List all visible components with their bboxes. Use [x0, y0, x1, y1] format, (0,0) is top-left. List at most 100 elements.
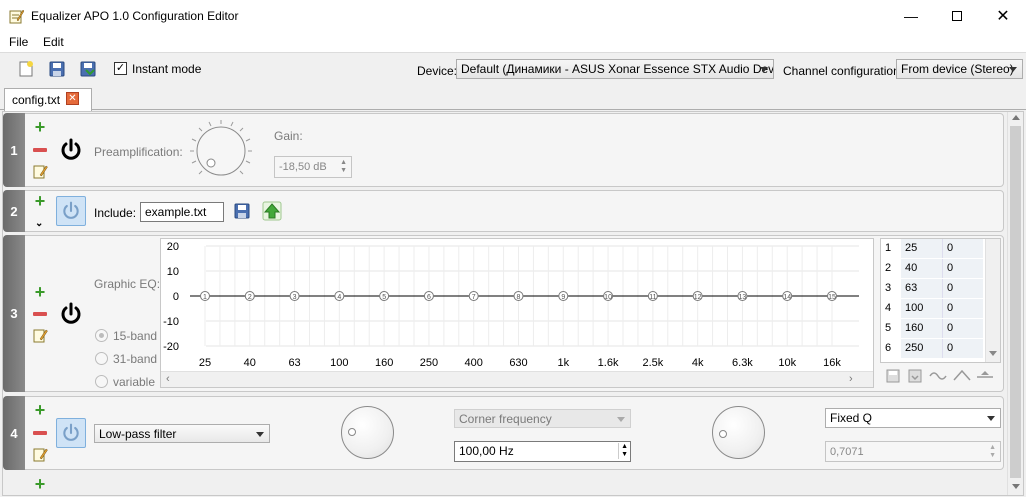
- scroll-up-icon[interactable]: [1012, 115, 1020, 120]
- tab-close-icon[interactable]: ✕: [66, 92, 79, 105]
- invert-response-icon[interactable]: [929, 368, 947, 384]
- scroll-left-icon[interactable]: ‹: [166, 373, 170, 385]
- table-cell-frequency[interactable]: 250: [901, 339, 943, 358]
- filter-type-select[interactable]: Low-pass filter: [94, 424, 270, 443]
- add-filter-icon[interactable]: +: [33, 192, 47, 210]
- table-cell-gain[interactable]: 0: [943, 279, 983, 298]
- parameter-select[interactable]: Corner frequency: [454, 409, 631, 428]
- add-filter-icon[interactable]: +: [33, 118, 47, 136]
- table-cell-frequency[interactable]: 40: [901, 259, 943, 278]
- table-row-index: 3: [885, 282, 892, 294]
- menu-bar: [0, 32, 1026, 52]
- table-row-index: 2: [885, 262, 892, 274]
- save-icon[interactable]: [48, 60, 66, 78]
- new-file-icon[interactable]: [17, 60, 35, 78]
- power-icon: [63, 201, 79, 219]
- instant-mode-label: Instant mode: [132, 62, 202, 76]
- table-cell-frequency[interactable]: 160: [901, 319, 943, 338]
- radio-15-band[interactable]: [95, 329, 108, 342]
- table-cell-gain[interactable]: 0: [943, 239, 983, 258]
- close-button[interactable]: ✕: [980, 0, 1026, 32]
- save-preset-icon[interactable]: [885, 368, 901, 384]
- app-icon: [9, 9, 24, 24]
- menu-file[interactable]: File: [9, 35, 28, 49]
- spin-arrows-icon[interactable]: ▲ ▼: [618, 443, 628, 459]
- include-file-field[interactable]: example.txt: [140, 202, 224, 222]
- filter-number[interactable]: 3: [3, 235, 25, 392]
- table-scrollbar[interactable]: [985, 239, 1000, 362]
- expand-chevron-icon[interactable]: ⌄: [35, 218, 43, 229]
- eq-band-table-body: 1 25 0 2 40 0 3 63 0 4 100 0 5 160 0 6 250 0: [880, 238, 985, 363]
- q-mode-select[interactable]: Fixed Q: [825, 408, 1001, 428]
- preamp-knob[interactable]: [188, 118, 254, 184]
- tab-bar: [0, 86, 1026, 110]
- table-row-index: 4: [885, 302, 892, 314]
- eq-graph-canvas[interactable]: 20100-10-2012524036341005160625074008630…: [161, 239, 873, 371]
- maximize-button[interactable]: [934, 0, 980, 32]
- frequency-field[interactable]: 100,00 Hz ▲ ▼: [454, 441, 631, 462]
- scroll-down-icon[interactable]: [1012, 484, 1020, 489]
- radio-variable[interactable]: [95, 375, 108, 388]
- load-preset-icon[interactable]: [907, 368, 923, 384]
- chevron-down-icon: [1009, 67, 1017, 72]
- q-knob[interactable]: [712, 406, 765, 459]
- x-tick-label: 10k: [778, 357, 796, 369]
- scroll-down-icon[interactable]: [989, 351, 997, 356]
- reset-response-icon[interactable]: [976, 368, 994, 384]
- channel-config-select[interactable]: From device (Stereo): [896, 59, 1023, 79]
- save-as-icon[interactable]: [79, 60, 97, 78]
- table-cell-gain[interactable]: 0: [943, 259, 983, 278]
- power-icon[interactable]: [59, 138, 83, 162]
- knob-indicator-icon: [348, 428, 356, 436]
- eq-band-handle-label: 1: [203, 294, 207, 301]
- filter-number[interactable]: 2: [3, 190, 25, 232]
- radio-31-band[interactable]: [95, 352, 108, 365]
- add-filter-icon[interactable]: +: [33, 283, 47, 301]
- tab-config[interactable]: config.txt ✕: [4, 88, 92, 111]
- spin-arrows-icon[interactable]: ▲ ▼: [340, 159, 347, 175]
- power-icon[interactable]: [59, 302, 83, 326]
- scroll-right-icon[interactable]: ›: [849, 373, 853, 385]
- table-cell-frequency[interactable]: 100: [901, 299, 943, 318]
- filter-number[interactable]: 1: [3, 113, 25, 187]
- filter-number[interactable]: 4: [3, 396, 25, 470]
- remove-filter-icon[interactable]: [33, 312, 47, 316]
- power-toggle-button[interactable]: [56, 196, 86, 226]
- spin-arrows-icon[interactable]: ▲ ▼: [989, 444, 996, 460]
- eq-band-handle-label: 6: [427, 294, 431, 301]
- main-scrollbar[interactable]: [1007, 112, 1023, 495]
- normalize-icon[interactable]: [953, 368, 971, 384]
- chevron-down-icon: [987, 416, 995, 421]
- table-cell-frequency[interactable]: 63: [901, 279, 943, 298]
- include-label: Include:: [94, 206, 137, 220]
- instant-mode-checkbox[interactable]: ✓: [114, 62, 127, 75]
- q-value-field[interactable]: 0,7071 ▲ ▼: [825, 441, 1001, 462]
- remove-filter-icon[interactable]: [33, 148, 47, 152]
- edit-icon[interactable]: [33, 164, 48, 179]
- x-tick-label: 160: [375, 357, 393, 369]
- eq-horizontal-scrollbar[interactable]: ‹ ›: [161, 371, 873, 387]
- add-filter-icon[interactable]: +: [33, 401, 47, 419]
- gain-value: -18,50 dB: [279, 161, 327, 173]
- open-file-icon[interactable]: [233, 202, 251, 220]
- menu-edit[interactable]: Edit: [43, 35, 64, 49]
- frequency-knob[interactable]: [341, 406, 394, 459]
- scroll-thumb[interactable]: [1010, 126, 1021, 478]
- remove-filter-icon[interactable]: [33, 431, 47, 435]
- x-tick-label: 16k: [823, 357, 841, 369]
- power-toggle-button[interactable]: [56, 418, 86, 448]
- edit-icon[interactable]: [33, 328, 48, 343]
- add-filter-bottom-icon[interactable]: +: [33, 475, 47, 493]
- minimize-button[interactable]: —: [888, 0, 934, 32]
- device-select[interactable]: Default (Динамики - ASUS Xonar Essence S…: [456, 59, 774, 79]
- edit-icon[interactable]: [33, 447, 48, 462]
- eq-graph[interactable]: 20 10 0 -10 -20 1 25 2 40 3 63 4 100 5 160 6 250 7 400 8 630…: [160, 238, 874, 388]
- checkmark-icon: ✓: [115, 62, 126, 74]
- gain-spinbox[interactable]: -18,50 dB ▲ ▼: [274, 156, 352, 178]
- table-cell-gain[interactable]: 0: [943, 319, 983, 338]
- open-include-icon[interactable]: [262, 201, 282, 221]
- table-cell-gain[interactable]: 0: [943, 299, 983, 318]
- radio-dot-icon: [99, 333, 104, 338]
- table-cell-frequency[interactable]: 25: [901, 239, 943, 258]
- table-cell-gain[interactable]: 0: [943, 339, 983, 358]
